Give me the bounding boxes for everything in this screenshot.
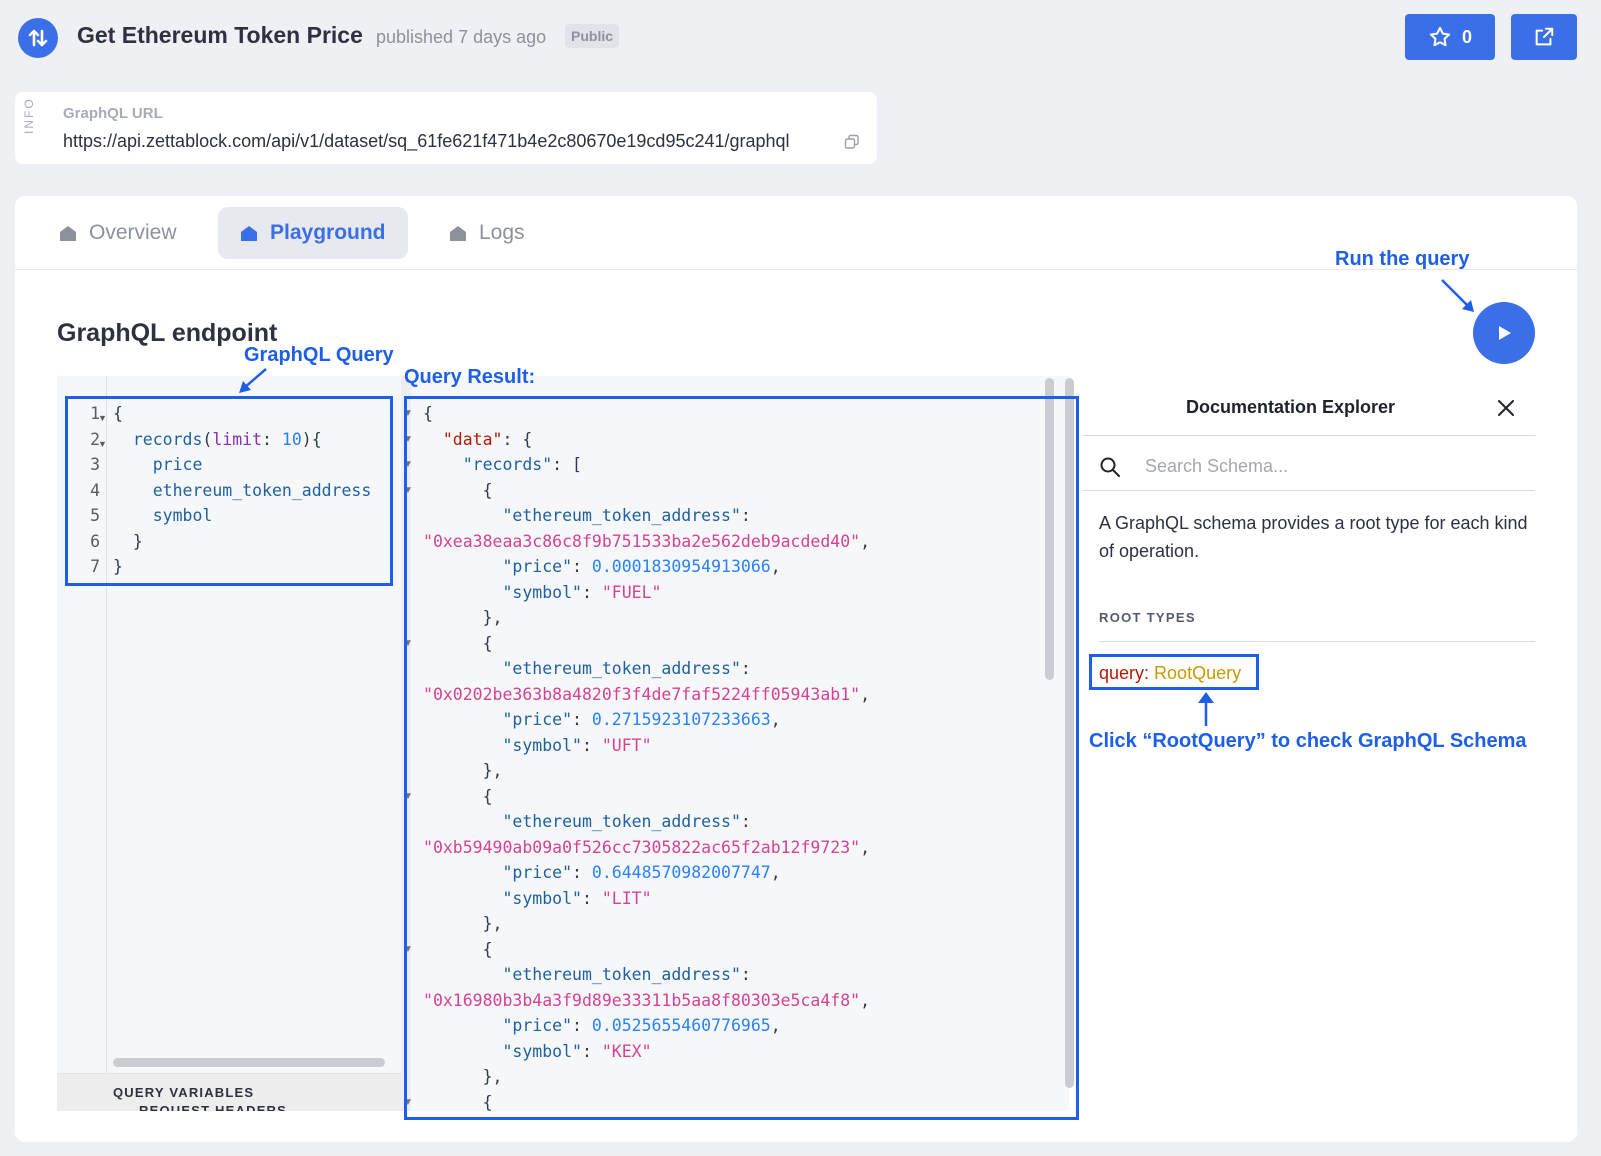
external-link-icon [1535,27,1554,46]
info-panel [15,92,877,164]
tab-logs[interactable]: Logs [427,207,547,259]
request-headers-tab[interactable]: REQUEST HEADERS [139,1103,287,1111]
schema-search-input[interactable] [1145,451,1525,481]
docs-description: A GraphQL schema provides a root type fo… [1099,513,1528,561]
page-title: Get Ethereum Token Price [77,22,363,48]
run-query-button[interactable] [1473,302,1535,364]
graphql-url[interactable]: https://api.zettablock.com/api/v1/datase… [63,131,790,152]
arrow-icon [1198,692,1214,726]
docs-divider [1099,641,1535,642]
star-icon [1429,26,1451,47]
docs-divider [1083,490,1535,491]
app-logo [18,18,58,58]
published-time: published 7 days ago [376,27,547,47]
horizontal-scrollbar[interactable] [113,1058,385,1067]
tab-playground[interactable]: Playground [218,207,408,259]
star-count: 0 [1461,26,1472,47]
info-tag: INFO [22,97,36,134]
request-headers-clip: REQUEST HEADERS [57,1100,409,1111]
swap-arrows-icon [28,29,48,47]
graphql-url-label: GraphQL URL [63,105,163,122]
annotation-result: Query Result: [404,366,536,388]
copy-icon[interactable] [844,134,860,150]
docs-divider [1083,435,1535,436]
open-external-button[interactable] [1511,14,1577,60]
annotation-run: Run the query [1335,248,1470,270]
query-highlight-box [65,396,393,586]
annotation-query: GraphQL Query [244,344,394,366]
tab-overview[interactable]: Overview [37,207,199,259]
arrow-icon [1441,279,1474,312]
search-icon [1099,456,1121,478]
visibility-badge: Public [565,24,620,48]
docs-title: Documentation Explorer [1186,397,1396,417]
home-icon [60,226,76,241]
query-variables-tab[interactable]: QUERY VARIABLES [113,1085,254,1100]
result-highlight-box [404,396,1079,1120]
root-types-heading: ROOT TYPES [1099,610,1196,625]
rootquery-highlight-box [1089,654,1259,690]
home-icon [241,226,257,241]
arrow-icon [239,368,267,393]
star-button[interactable]: 0 [1405,14,1495,60]
home-icon [450,226,466,241]
close-icon[interactable] [1496,398,1516,418]
annotation-rootquery: Click “RootQuery” to check GraphQL Schem… [1089,730,1527,752]
play-icon [1499,326,1511,340]
